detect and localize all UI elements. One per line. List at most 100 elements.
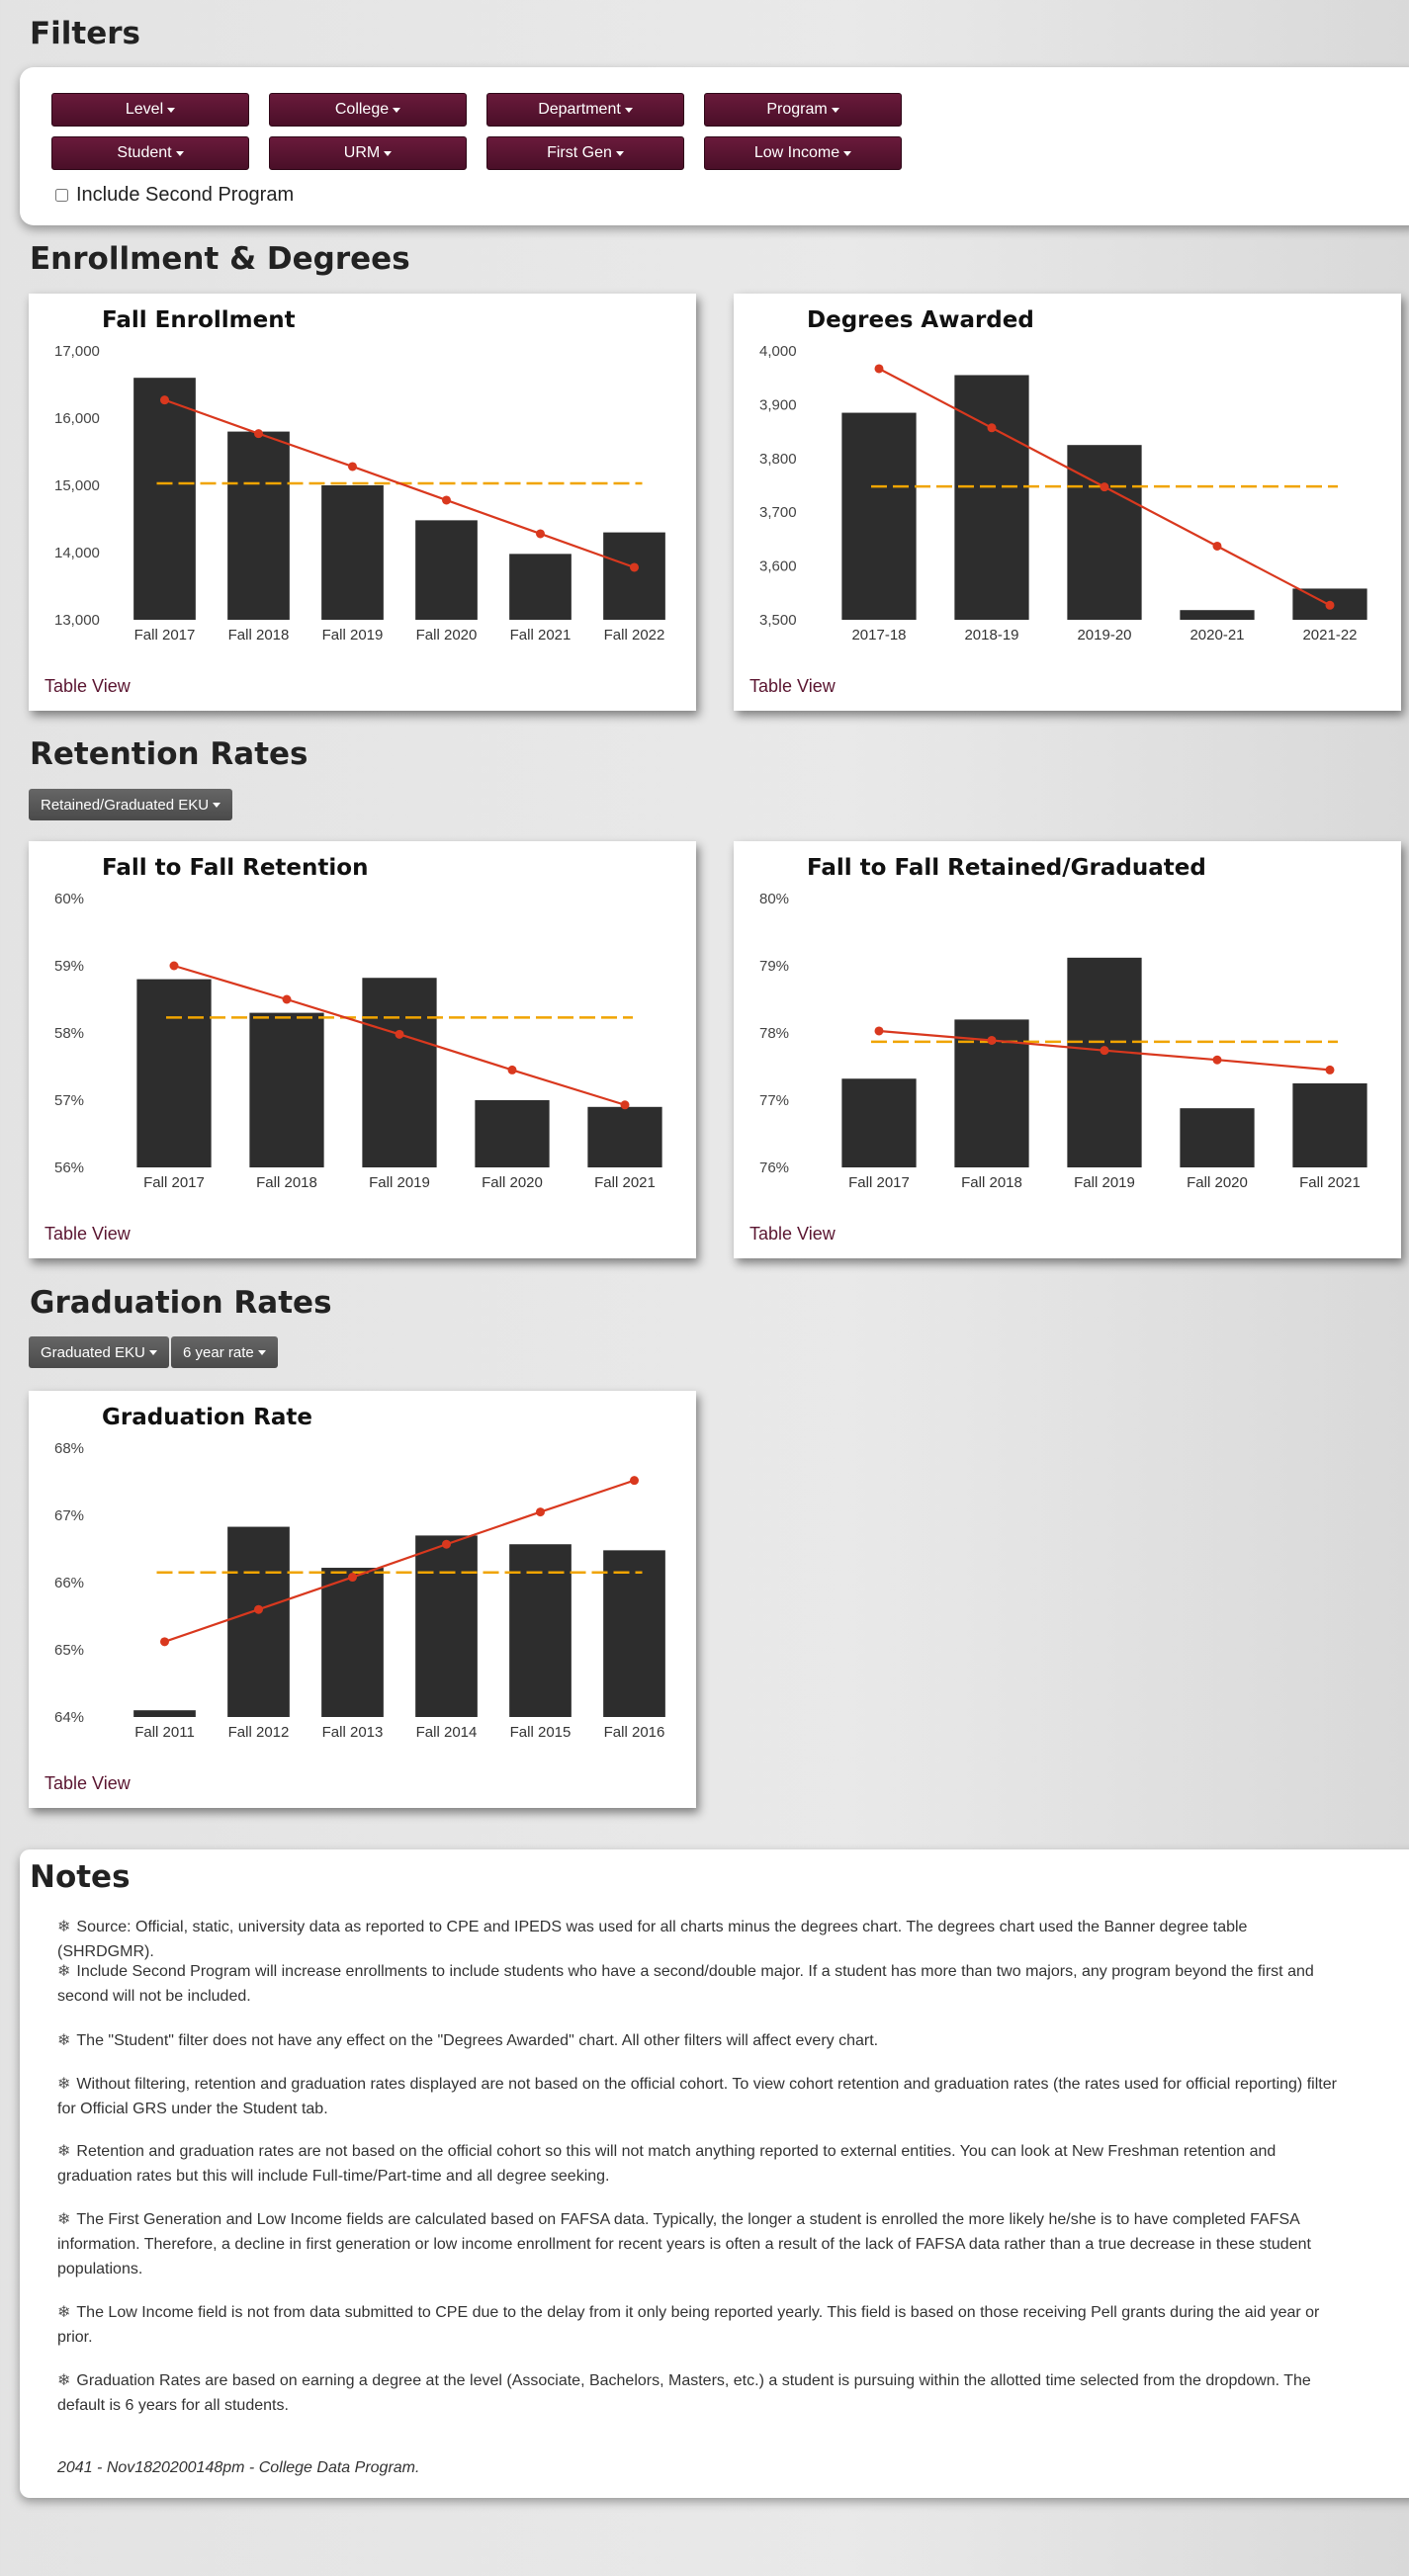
include-second-program-label: Include Second Program [76, 184, 295, 206]
trend-point [254, 1604, 263, 1614]
y-tick-label: 78% [759, 1025, 789, 1042]
trend-point [1212, 1055, 1222, 1065]
x-tick-label: Fall 2022 [604, 627, 665, 644]
x-tick-label: 2017-18 [851, 627, 906, 644]
retention-type-label: Retained/Graduated EKU [41, 796, 210, 814]
fall-to-fall-retained-graduated-chart: 76% 77% 78% 79% 80% Fall 2017 Fall 2018 Fall 20… [759, 891, 1367, 1191]
bar [1180, 610, 1255, 620]
graduation-type-label: Graduated EKU [41, 1343, 145, 1361]
table-view-link[interactable]: Table View [44, 1224, 131, 1245]
trend-point [630, 1476, 639, 1486]
student-dropdown[interactable]: Student [51, 136, 249, 170]
x-tick-label: Fall 2019 [322, 627, 384, 644]
retention-rates-heading: Retention Rates [30, 736, 308, 772]
notes-footer: 2041 - Nov1820200148pm - College Data Pr… [57, 2459, 420, 2476]
y-tick-label: 15,000 [54, 477, 100, 494]
x-tick-label: 2020-21 [1189, 627, 1244, 644]
y-tick-label: 66% [54, 1575, 84, 1591]
level-dropdown-label: Level [125, 101, 164, 118]
table-view-link[interactable]: Table View [749, 676, 836, 697]
bar [509, 554, 572, 620]
y-tick-label: 16,000 [54, 410, 100, 427]
caret-down-icon [624, 107, 633, 113]
snowflake-icon: ❄ [57, 2032, 71, 2049]
level-dropdown[interactable]: Level [51, 93, 249, 127]
x-tick-label: Fall 2012 [228, 1724, 290, 1741]
bar [133, 378, 196, 620]
y-tick-label: 67% [54, 1507, 84, 1524]
y-tick-label: 59% [54, 958, 84, 975]
snowflake-icon: ❄ [57, 2372, 71, 2389]
caret-down-icon [615, 150, 624, 156]
note-item: ❄ Retention and graduation rates are not … [57, 2139, 1343, 2189]
program-dropdown[interactable]: Program [704, 93, 902, 127]
fall-to-fall-retained-graduated-card: Fall to Fall Retained/Graduated 76% 77% 78… [734, 841, 1401, 1258]
snowflake-icon: ❄ [57, 2143, 71, 2160]
x-tick-label: Fall 2018 [256, 1174, 317, 1191]
bar [249, 1012, 324, 1167]
x-tick-label: Fall 2021 [1299, 1174, 1361, 1191]
caret-down-icon [257, 1349, 266, 1355]
bar [587, 1106, 662, 1167]
note-text: The Low Income field is not from data su… [57, 2304, 1320, 2346]
bar [362, 978, 437, 1167]
x-tick-label: Fall 2019 [369, 1174, 430, 1191]
x-tick-label: 2018-19 [964, 627, 1018, 644]
note-item: ❄ Include Second Program will increase en… [57, 1959, 1343, 2009]
trend-point [507, 1065, 517, 1074]
graduation-type-dropdown[interactable]: Graduated EKU [29, 1336, 169, 1368]
trend-point [160, 1637, 169, 1647]
note-text: Include Second Program will increase enr… [57, 1963, 1314, 2005]
note-text: Source: Official, static, university dat… [57, 1919, 1248, 1960]
table-view-link[interactable]: Table View [44, 1773, 131, 1794]
low-income-dropdown-label: Low Income [753, 144, 840, 161]
trend-point [1325, 1065, 1335, 1074]
include-second-program-option[interactable]: Include Second Program [55, 184, 294, 207]
retention-type-dropdown[interactable]: Retained/Graduated EKU [29, 789, 233, 820]
bar [603, 1550, 665, 1717]
x-tick-label: Fall 2017 [134, 627, 196, 644]
urm-dropdown[interactable]: URM [269, 136, 467, 170]
first-gen-dropdown[interactable]: First Gen [486, 136, 684, 170]
x-tick-label: Fall 2020 [416, 627, 478, 644]
y-tick-label: 3,900 [759, 396, 797, 413]
x-tick-label: Fall 2015 [510, 1724, 572, 1741]
graduation-rates-heading: Graduation Rates [30, 1285, 332, 1321]
x-tick-label: Fall 2016 [604, 1724, 665, 1741]
trend-point [987, 1035, 997, 1045]
bar [133, 1710, 196, 1717]
snowflake-icon: ❄ [57, 1963, 71, 1980]
y-tick-label: 14,000 [54, 545, 100, 561]
table-view-link[interactable]: Table View [749, 1224, 836, 1245]
x-tick-label: Fall 2021 [510, 627, 572, 644]
caret-down-icon [148, 1349, 157, 1355]
bar [841, 412, 917, 620]
y-tick-label: 3,800 [759, 451, 797, 468]
y-tick-label: 77% [759, 1092, 789, 1109]
college-dropdown[interactable]: College [269, 93, 467, 127]
department-dropdown[interactable]: Department [486, 93, 684, 127]
bar [415, 520, 478, 620]
graduation-rate-chart: 64% 65% 66% 67% 68% Fall 2011 Fall 2012 Fall 20… [54, 1440, 665, 1741]
caret-down-icon [384, 150, 393, 156]
x-tick-label: 2019-20 [1077, 627, 1131, 644]
graduation-rate-dropdown[interactable]: 6 year rate [171, 1336, 278, 1368]
x-tick-label: Fall 2014 [416, 1724, 478, 1741]
snowflake-icon: ❄ [57, 2076, 71, 2093]
low-income-dropdown[interactable]: Low Income [704, 136, 902, 170]
include-second-program-checkbox[interactable] [55, 189, 68, 202]
table-view-link[interactable]: Table View [44, 676, 131, 697]
bar [1067, 445, 1142, 620]
graduation-rate-card: Graduation Rate 64% 65% 66% 67% 68% Fall 2011… [29, 1391, 696, 1808]
trend-point [620, 1100, 630, 1110]
caret-down-icon [167, 107, 176, 113]
note-item: ❄ Graduation Rates are based on earning a… [57, 2368, 1343, 2418]
y-tick-label: 79% [759, 958, 789, 975]
trend-point [987, 423, 997, 433]
trend-point [1325, 600, 1335, 610]
bar [954, 375, 1029, 620]
fall-enrollment-chart: 13,000 14,000 15,000 16,000 17,000 Fall 2017 F… [54, 343, 665, 644]
y-tick-label: 60% [54, 891, 84, 907]
y-tick-label: 57% [54, 1092, 84, 1109]
trend-point [282, 994, 292, 1004]
